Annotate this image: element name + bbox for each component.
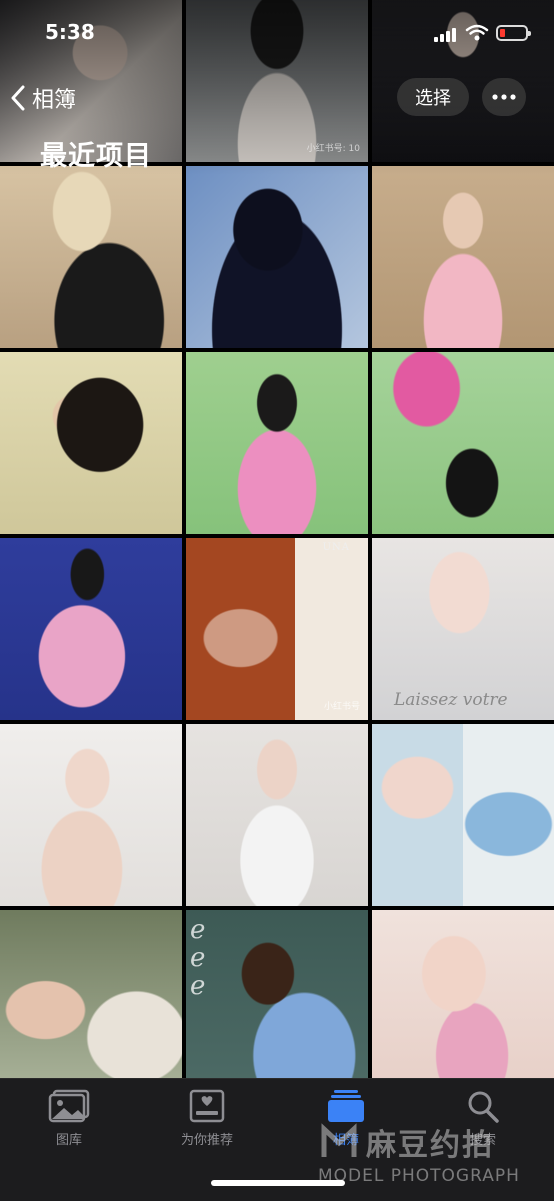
photo-thumbnail[interactable]: [0, 538, 182, 720]
battery-icon: [496, 25, 531, 41]
watermark: 小红书号: 10: [306, 144, 360, 154]
brand-name: 麻豆约拍: [366, 1128, 494, 1163]
wifi-icon: [465, 24, 489, 41]
tab-label: 为你推荐: [180, 1133, 233, 1148]
side-text: e e e: [190, 915, 206, 1001]
photo-thumbnail[interactable]: [0, 724, 182, 906]
script-text: Laissez votre: [394, 690, 508, 710]
brand-logo-icon: [321, 1123, 357, 1157]
photo-library-icon: [48, 1089, 90, 1123]
for-you-icon: [189, 1089, 225, 1123]
tab-for-you[interactable]: 为你推荐: [152, 1089, 262, 1148]
cellular-signal-icon: [434, 28, 456, 42]
photo-thumbnail[interactable]: 小红书号: 10: [186, 0, 368, 162]
albums-icon: [328, 1090, 364, 1122]
select-button[interactable]: 选择: [397, 78, 469, 116]
photo-thumbnail[interactable]: [372, 166, 554, 348]
search-icon: [468, 1091, 499, 1123]
tab-label: 图库: [55, 1133, 82, 1148]
magazine-title: UNA: [322, 542, 350, 553]
photo-thumbnail[interactable]: [0, 910, 182, 1078]
photo-thumbnail[interactable]: [0, 352, 182, 534]
page-title: 最近项目: [40, 141, 152, 172]
back-button[interactable]: 相簿: [10, 80, 76, 116]
status-time: 5:38: [45, 20, 95, 44]
photo-thumbnail[interactable]: [372, 0, 554, 162]
ellipsis-icon: [492, 94, 516, 100]
photo-thumbnail[interactable]: [372, 910, 554, 1078]
photo-thumbnail[interactable]: [372, 724, 554, 906]
photo-thumbnail[interactable]: [372, 352, 554, 534]
photo-thumbnail[interactable]: [186, 724, 368, 906]
back-label: 相簿: [32, 88, 77, 113]
photo-thumbnail[interactable]: [0, 166, 182, 348]
brand-subtitle: MODEL PHOTOGRAPH: [318, 1166, 520, 1186]
photo-thumbnail[interactable]: Laissez votre: [372, 538, 554, 720]
watermark: 小红书号: [323, 702, 360, 712]
photo-thumbnail[interactable]: [186, 166, 368, 348]
brand-watermark: 麻豆约拍: [320, 1120, 494, 1164]
more-button[interactable]: [482, 78, 526, 116]
tab-library[interactable]: 图库: [14, 1089, 124, 1148]
chevron-left-icon: [11, 85, 25, 111]
photo-thumbnail[interactable]: [186, 352, 368, 534]
photo-thumbnail[interactable]: e e e: [186, 910, 368, 1078]
photo-thumbnail[interactable]: UNA 小红书号: [186, 538, 368, 720]
home-indicator[interactable]: [211, 1180, 345, 1186]
